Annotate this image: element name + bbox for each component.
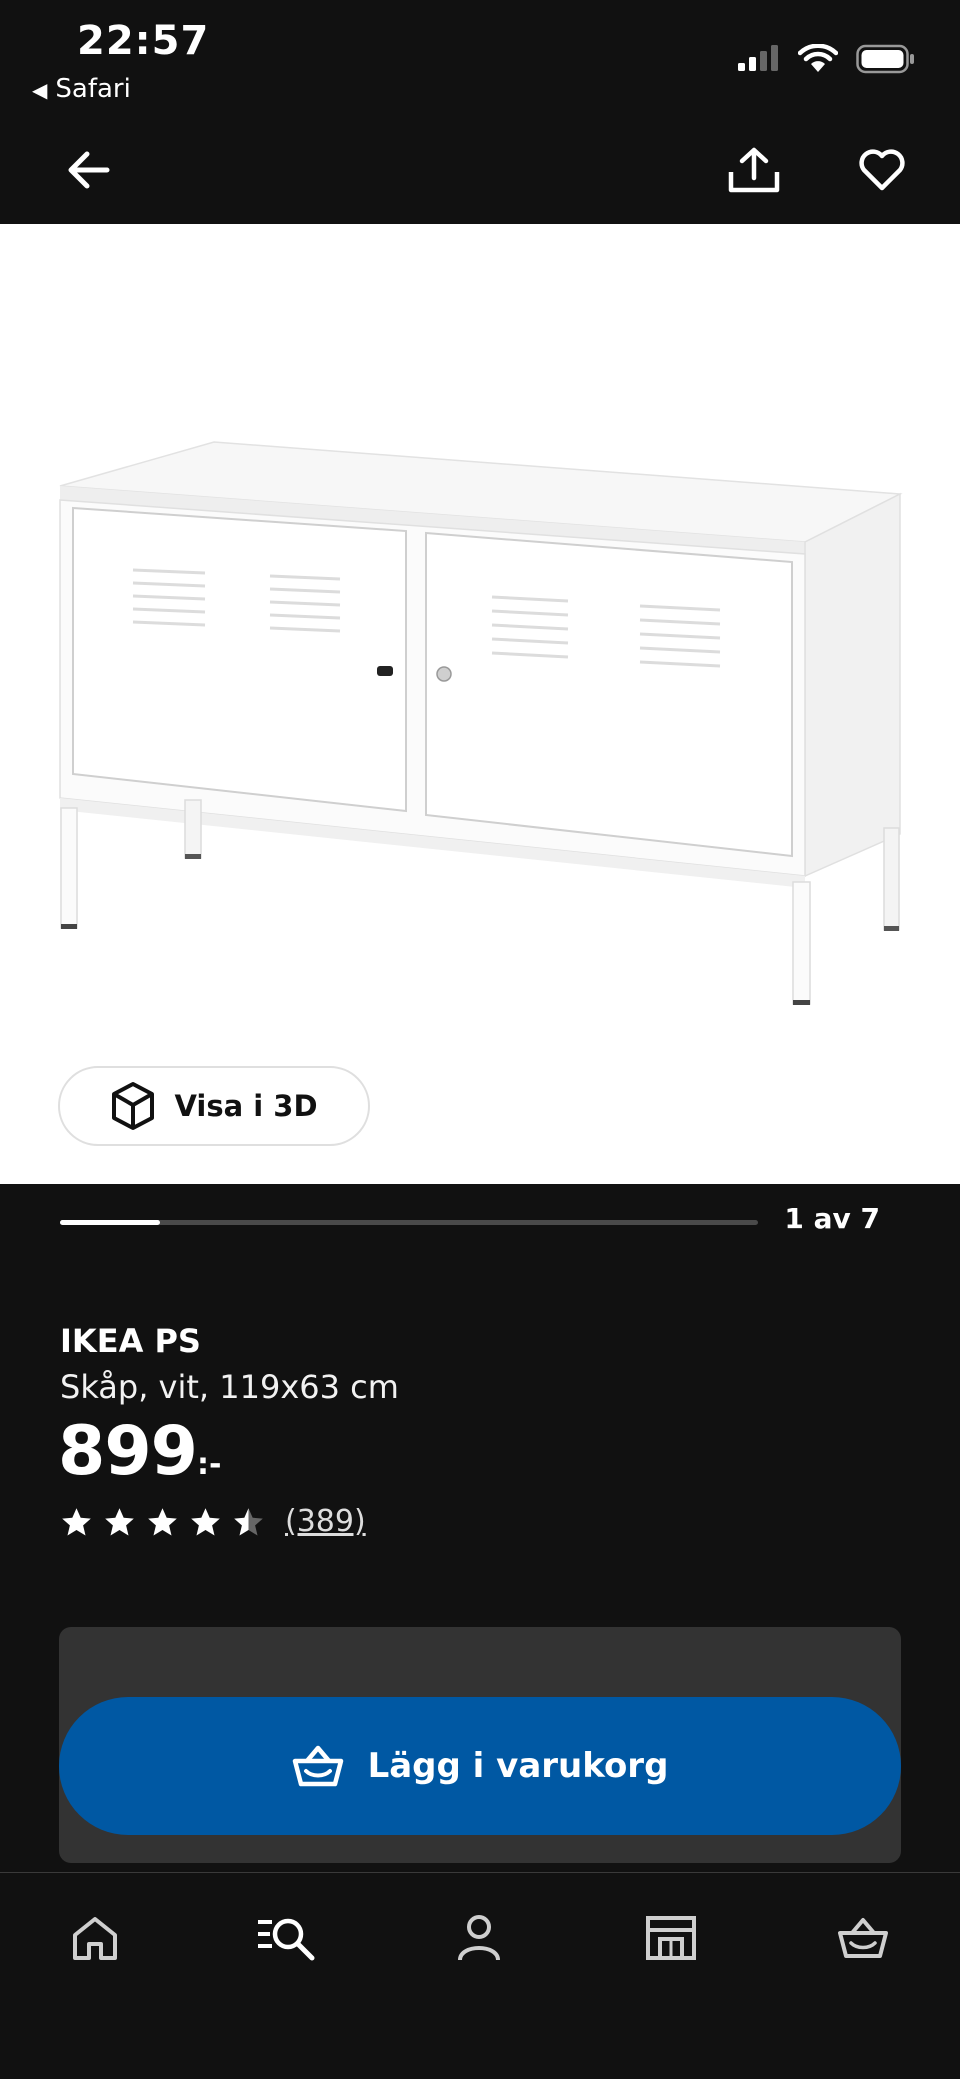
cart-icon [838, 1918, 888, 1958]
battery-icon [856, 44, 914, 74]
gallery-progress-track [60, 1220, 758, 1225]
star-icon [62, 1507, 91, 1536]
star-icon [191, 1507, 220, 1536]
product-rating[interactable]: (389) [60, 1504, 366, 1539]
share-button[interactable] [724, 140, 784, 200]
back-to-app-link[interactable]: ◀ Safari [32, 74, 131, 104]
heart-icon [859, 149, 905, 191]
store-icon [646, 1916, 696, 1960]
status-time: 22:57 [77, 18, 210, 64]
basket-icon [292, 1745, 343, 1787]
star-icon [148, 1507, 177, 1536]
search-icon [258, 1918, 315, 1961]
status-icons [736, 44, 916, 74]
add-to-cart-panel: Lägg i varukorg [59, 1627, 901, 1863]
tab-home[interactable] [50, 1903, 140, 1973]
tab-search[interactable] [241, 1903, 331, 1973]
tab-stores[interactable] [626, 1903, 716, 1973]
gallery-progress-fill [60, 1220, 160, 1225]
back-app-label: Safari [55, 74, 131, 104]
back-button[interactable] [58, 140, 118, 200]
arrow-left-icon [68, 151, 110, 189]
status-bar: 22:57 ◀ Safari [0, 0, 960, 110]
product-image-area[interactable]: Visa i 3D [0, 224, 960, 1184]
home-icon [73, 1917, 117, 1960]
product-description: Skåp, vit, 119x63 cm [60, 1368, 399, 1406]
add-to-cart-button[interactable]: Lägg i varukorg [59, 1697, 901, 1835]
tab-profile[interactable] [434, 1903, 524, 1973]
back-triangle-icon: ◀ [32, 78, 48, 102]
product-image [59, 441, 903, 1005]
share-icon [728, 147, 780, 193]
cellular-signal-icon [738, 45, 778, 71]
favorite-button[interactable] [852, 140, 912, 200]
product-price: 899:- [58, 1412, 221, 1491]
view-in-3d-label: Visa i 3D [174, 1089, 318, 1123]
bottom-tab-bar [0, 1872, 960, 2079]
rating-stars [60, 1506, 265, 1538]
add-to-cart-label: Lägg i varukorg [367, 1746, 669, 1786]
price-integer: 899 [58, 1412, 198, 1491]
gallery-counter: 1 av 7 [784, 1202, 880, 1235]
image-gallery-indicator: 1 av 7 [0, 1184, 960, 1264]
star-icon [105, 1507, 134, 1536]
product-brand: IKEA PS [60, 1322, 201, 1360]
star-icon [234, 1507, 263, 1536]
cube-3d-icon [112, 1082, 155, 1130]
price-decimals: :- [196, 1447, 222, 1482]
app-header [0, 110, 960, 224]
wifi-icon [798, 44, 838, 72]
tab-cart[interactable] [818, 1903, 908, 1973]
view-in-3d-button[interactable]: Visa i 3D [58, 1066, 370, 1146]
profile-icon [458, 1915, 500, 1961]
review-count-link[interactable]: (389) [285, 1504, 366, 1539]
